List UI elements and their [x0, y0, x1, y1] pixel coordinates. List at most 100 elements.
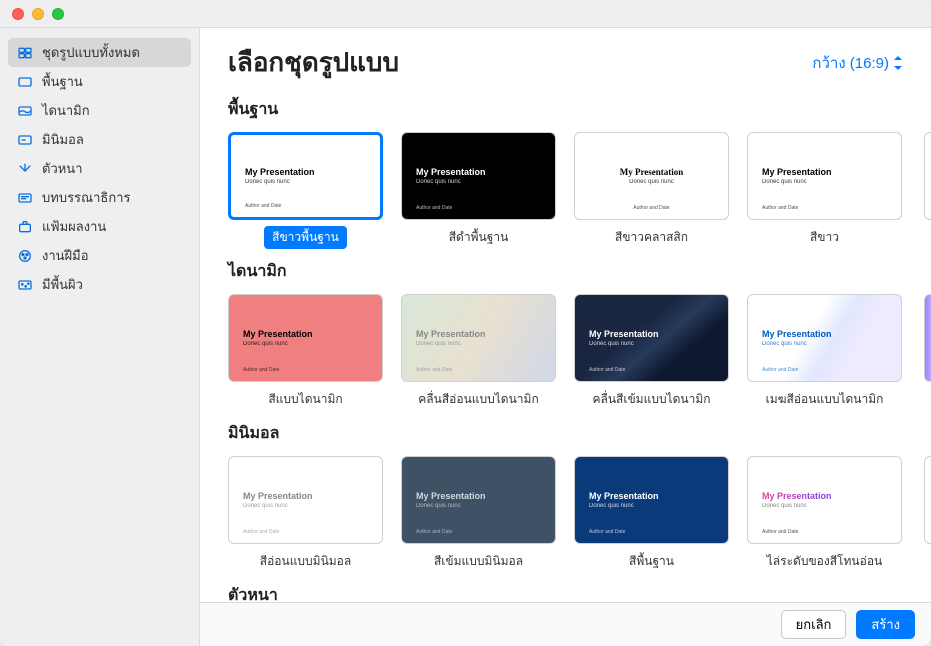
sidebar-item-label: แฟ้มผลงาน: [42, 216, 106, 237]
theme-grid[interactable]: พื้นฐาน My Presentation Donec quis nunc …: [200, 87, 931, 602]
theme-thumbnail: My Presentation Donec quis nunc Author a…: [574, 456, 729, 544]
sidebar-item-themes[interactable]: ชุดรูปแบบทั้งหมด: [8, 38, 191, 67]
main-pane: เลือกชุดรูปแบบ กว้าง (16:9) พื้นฐาน My P…: [200, 28, 931, 646]
theme-card-peek[interactable]: [920, 132, 931, 249]
theme-thumbnail: My Presentation Donec quis nunc Author a…: [747, 456, 902, 544]
dynamic-icon: [16, 102, 34, 120]
theme-card[interactable]: My Presentation Donec quis nunc Author a…: [401, 456, 556, 573]
sidebar-item-editorial[interactable]: บทบรรณาธิการ: [8, 183, 191, 212]
thumb-subtitle: Donec quis nunc: [243, 503, 368, 509]
theme-label: ไล่ระดับของสีโทนอ่อน: [759, 550, 890, 573]
theme-card[interactable]: My Presentation Donec quis nunc Author a…: [401, 294, 556, 411]
theme-card[interactable]: My Presentation Donec quis nunc Author a…: [228, 132, 383, 249]
theme-label: สีขาวพื้นฐาน: [264, 226, 347, 249]
portfolio-icon: [16, 218, 34, 236]
theme-thumbnail: [924, 456, 931, 544]
theme-card[interactable]: My Presentation Donec quis nunc Author a…: [747, 294, 902, 411]
page-title: เลือกชุดรูปแบบ: [228, 42, 399, 83]
theme-label: คลื่นสีอ่อนแบบไดนามิก: [410, 388, 546, 411]
theme-thumbnail: My Presentation Donec quis nunc Author a…: [747, 132, 902, 220]
theme-card[interactable]: My Presentation Donec quis nunc Author a…: [747, 132, 902, 249]
theme-card[interactable]: My Presentation Donec quis nunc Author a…: [574, 132, 729, 249]
theme-card[interactable]: My Presentation Donec quis nunc Author a…: [228, 294, 383, 411]
thumb-footer: Author and Date: [416, 529, 452, 535]
fullscreen-button[interactable]: [52, 8, 64, 20]
theme-section: ตัวหนา: [228, 583, 931, 602]
theme-card[interactable]: My Presentation Donec quis nunc Author a…: [747, 456, 902, 573]
thumb-footer: Author and Date: [762, 367, 798, 373]
thumb-title: My Presentation: [762, 167, 887, 177]
traffic-lights: [12, 8, 64, 20]
thumb-title: My Presentation: [762, 329, 887, 339]
thumb-title: My Presentation: [245, 167, 366, 177]
close-button[interactable]: [12, 8, 24, 20]
theme-label: สีแบบไดนามิก: [260, 388, 350, 411]
sidebar-item-minimal[interactable]: มินิมอล: [8, 125, 191, 154]
theme-label: [920, 550, 931, 568]
sidebar-item-label: มีพื้นผิว: [42, 274, 83, 295]
sidebar-item-craft[interactable]: งานฝีมือ: [8, 241, 191, 270]
theme-thumbnail: My Presentation Donec quis nunc Author a…: [574, 132, 729, 220]
editorial-icon: [16, 189, 34, 207]
theme-chooser-window: ชุดรูปแบบทั้งหมดพื้นฐานไดนามิกมินิมอลตัว…: [0, 0, 931, 646]
theme-thumbnail: My Presentation Donec quis nunc Author a…: [747, 294, 902, 382]
thumb-footer: Author and Date: [589, 529, 625, 535]
thumb-title: My Presentation: [416, 491, 541, 501]
theme-card[interactable]: My Presentation Donec quis nunc Author a…: [574, 294, 729, 411]
thumb-footer: Author and Date: [243, 529, 279, 535]
theme-thumbnail: My Presentation Donec quis nunc Author a…: [401, 132, 556, 220]
theme-label: สีเข้มแบบมินิมอล: [426, 550, 531, 573]
create-button[interactable]: สร้าง: [856, 610, 915, 639]
sidebar: ชุดรูปแบบทั้งหมดพื้นฐานไดนามิกมินิมอลตัว…: [0, 28, 200, 646]
thumb-footer: Author and Date: [762, 205, 798, 211]
theme-card[interactable]: My Presentation Donec quis nunc Author a…: [401, 132, 556, 249]
theme-thumbnail: My Presentation Donec quis nunc Author a…: [228, 132, 383, 220]
thumb-footer: Author and Date: [243, 367, 279, 373]
textured-icon: [16, 276, 34, 294]
theme-card[interactable]: My Presentation Donec quis nunc Author a…: [574, 456, 729, 573]
minimal-icon: [16, 131, 34, 149]
theme-row: My Presentation Donec quis nunc Author a…: [228, 294, 931, 411]
theme-row: My Presentation Donec quis nunc Author a…: [228, 456, 931, 573]
thumb-footer: Author and Date: [416, 367, 452, 373]
sidebar-item-bold[interactable]: ตัวหนา: [8, 154, 191, 183]
theme-label: สีดำพื้นฐาน: [441, 226, 517, 249]
theme-label: สีพื้นฐาน: [621, 550, 682, 573]
sidebar-item-portfolio[interactable]: แฟ้มผลงาน: [8, 212, 191, 241]
thumb-subtitle: Donec quis nunc: [589, 341, 714, 347]
aspect-ratio-select[interactable]: กว้าง (16:9): [812, 51, 903, 75]
thumb-subtitle: Donec quis nunc: [762, 179, 887, 185]
thumb-title: My Presentation: [416, 167, 541, 177]
sidebar-item-basic[interactable]: พื้นฐาน: [8, 67, 191, 96]
theme-card-peek[interactable]: [920, 456, 931, 573]
theme-thumbnail: [924, 132, 931, 220]
theme-label: เมฆสีอ่อนแบบไดนามิก: [758, 388, 892, 411]
thumb-subtitle: Donec quis nunc: [762, 341, 887, 347]
theme-card-peek[interactable]: [920, 294, 931, 411]
sidebar-item-dynamic[interactable]: ไดนามิก: [8, 96, 191, 125]
thumb-subtitle: Donec quis nunc: [589, 179, 714, 185]
section-title: ไดนามิก: [228, 259, 931, 284]
cancel-button[interactable]: ยกเลิก: [781, 610, 847, 639]
thumb-subtitle: Donec quis nunc: [762, 503, 887, 509]
thumb-title: My Presentation: [589, 491, 714, 501]
theme-thumbnail: My Presentation Donec quis nunc Author a…: [228, 456, 383, 544]
thumb-footer: Author and Date: [416, 205, 452, 211]
thumb-title: My Presentation: [589, 329, 714, 339]
theme-thumbnail: My Presentation Donec quis nunc Author a…: [574, 294, 729, 382]
theme-row: My Presentation Donec quis nunc Author a…: [228, 132, 931, 249]
theme-thumbnail: [924, 294, 931, 382]
minimize-button[interactable]: [32, 8, 44, 20]
thumb-footer: Author and Date: [245, 203, 281, 209]
window-body: ชุดรูปแบบทั้งหมดพื้นฐานไดนามิกมินิมอลตัว…: [0, 28, 931, 646]
theme-section: พื้นฐาน My Presentation Donec quis nunc …: [228, 97, 931, 249]
sidebar-item-textured[interactable]: มีพื้นผิว: [8, 270, 191, 299]
section-title: พื้นฐาน: [228, 97, 931, 122]
sidebar-item-label: มินิมอล: [42, 129, 84, 150]
aspect-ratio-label: กว้าง (16:9): [812, 51, 889, 75]
sidebar-item-label: งานฝีมือ: [42, 245, 89, 266]
thumb-footer: Author and Date: [633, 205, 669, 211]
theme-section: มินิมอล My Presentation Donec quis nunc …: [228, 421, 931, 573]
theme-card[interactable]: My Presentation Donec quis nunc Author a…: [228, 456, 383, 573]
craft-icon: [16, 247, 34, 265]
